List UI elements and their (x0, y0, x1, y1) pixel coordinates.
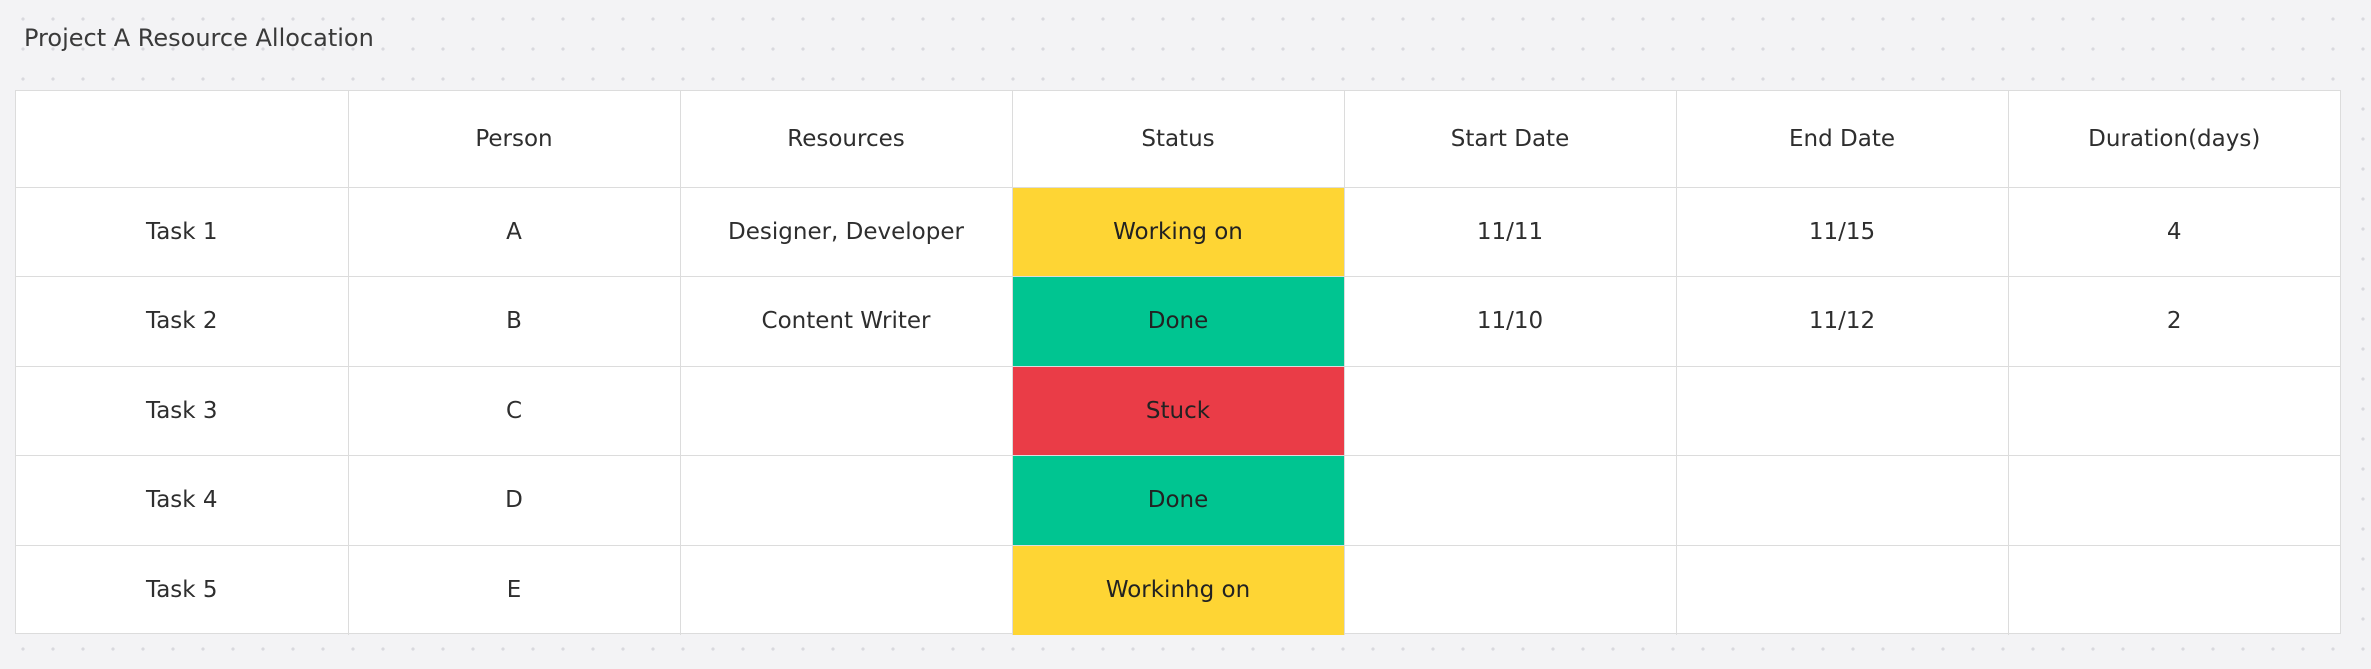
duration-cell[interactable] (2007, 455, 2340, 546)
start-date-cell[interactable]: 11/11 (1343, 186, 1677, 277)
status-cell[interactable]: Stuck (1011, 365, 1345, 456)
task-cell[interactable]: Task 5 (16, 544, 349, 635)
table-row: Task 2 B Content Writer Done 11/10 11/12… (16, 276, 2340, 367)
header-row: Person Resources Status Start Date End D… (16, 91, 2340, 188)
end-date-cell[interactable]: 11/15 (1675, 186, 2009, 277)
table-row: Task 4 D Done (16, 455, 2340, 546)
start-date-cell[interactable] (1343, 544, 1677, 635)
resources-cell[interactable] (679, 365, 1013, 456)
header-start-date[interactable]: Start Date (1343, 91, 1677, 188)
person-cell[interactable]: C (347, 365, 681, 456)
resources-cell[interactable] (679, 544, 1013, 635)
header-end-date[interactable]: End Date (1675, 91, 2009, 188)
status-cell[interactable]: Done (1011, 276, 1345, 367)
duration-cell[interactable]: 2 (2007, 276, 2340, 367)
board-title: Project A Resource Allocation (24, 24, 374, 52)
end-date-cell[interactable] (1675, 544, 2009, 635)
start-date-cell[interactable]: 11/10 (1343, 276, 1677, 367)
task-cell[interactable]: Task 2 (16, 276, 349, 367)
resources-cell[interactable]: Content Writer (679, 276, 1013, 367)
person-cell[interactable]: D (347, 455, 681, 546)
person-cell[interactable]: A (347, 186, 681, 277)
header-duration[interactable]: Duration(days) (2007, 91, 2340, 188)
duration-cell[interactable] (2007, 544, 2340, 635)
resources-cell[interactable]: Designer, Developer (679, 186, 1013, 277)
task-cell[interactable]: Task 3 (16, 365, 349, 456)
resources-cell[interactable] (679, 455, 1013, 546)
end-date-cell[interactable] (1675, 365, 2009, 456)
resource-table: Person Resources Status Start Date End D… (15, 90, 2341, 635)
resource-table-grid: Person Resources Status Start Date End D… (16, 91, 2340, 635)
duration-cell[interactable] (2007, 365, 2340, 456)
table-row: Task 1 A Designer, Developer Working on … (16, 186, 2340, 277)
header-status[interactable]: Status (1011, 91, 1345, 188)
status-cell[interactable]: Done (1011, 455, 1345, 546)
task-cell[interactable]: Task 4 (16, 455, 349, 546)
task-cell[interactable]: Task 1 (16, 186, 349, 277)
end-date-cell[interactable] (1675, 455, 2009, 546)
status-cell[interactable]: Working on (1011, 186, 1345, 277)
header-corner-cell[interactable] (16, 91, 349, 188)
person-cell[interactable]: B (347, 276, 681, 367)
end-date-cell[interactable]: 11/12 (1675, 276, 2009, 367)
status-cell[interactable]: Workinhg on (1011, 544, 1345, 635)
person-cell[interactable]: E (347, 544, 681, 635)
table-row: Task 5 E Workinhg on (16, 544, 2340, 635)
table-row: Task 3 C Stuck (16, 365, 2340, 456)
start-date-cell[interactable] (1343, 455, 1677, 546)
start-date-cell[interactable] (1343, 365, 1677, 456)
header-resources[interactable]: Resources (679, 91, 1013, 188)
duration-cell[interactable]: 4 (2007, 186, 2340, 277)
header-person[interactable]: Person (347, 91, 681, 188)
